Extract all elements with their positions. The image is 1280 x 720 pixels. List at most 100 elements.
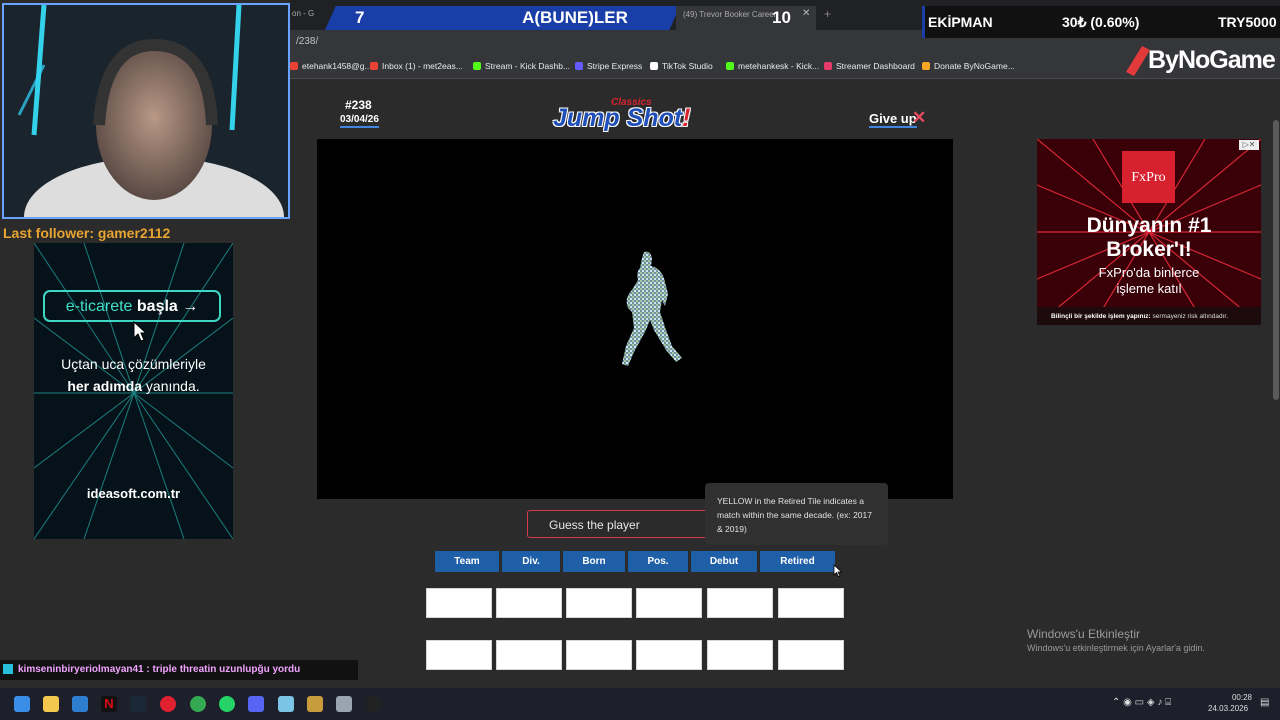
column-header-division: Div. [502, 551, 560, 572]
give-up-button[interactable]: Give up [869, 111, 917, 128]
arrow-right-icon: → [182, 298, 199, 315]
bookmark-favicon-icon [290, 62, 298, 70]
url-text[interactable]: /238/ [296, 36, 318, 47]
notification-icon[interactable]: ▤ [1260, 697, 1269, 708]
bookmark-item[interactable]: TikTok Studio [650, 61, 713, 71]
league-icon[interactable] [307, 696, 323, 712]
ad-banner-right[interactable]: FxPro Dünyanın #1 Broker'ı! FxPro'da bin… [1037, 139, 1261, 325]
score-right: 10 [772, 8, 791, 27]
windows-activation-subtitle: Windows'u etkinleştirmek için Ayarlar'a … [1027, 643, 1205, 653]
game-logo-bang: ! [682, 104, 691, 132]
bookmark-item[interactable]: Inbox (1) - met2eas... [370, 61, 463, 71]
guess-tile [496, 640, 562, 670]
ad-tagline-rest: yanında. [142, 378, 200, 394]
ad-cta-label[interactable]: e-ticarete başla → [43, 298, 221, 316]
guess-tile [636, 588, 702, 618]
equipment-label: EKİPMAN [928, 14, 993, 30]
bookmark-item[interactable]: Stream - Kick Dashb... [473, 61, 570, 71]
guess-tile [566, 640, 632, 670]
ad-cta-word2: başla [136, 298, 178, 315]
column-header-debut: Debut [691, 551, 757, 572]
guess-tile [636, 640, 702, 670]
clock-date[interactable]: 24.03.2026 [1208, 704, 1248, 713]
discord-icon[interactable] [248, 696, 264, 712]
game-logo[interactable]: Jump Shot! [553, 104, 691, 133]
guess-placeholder[interactable]: Guess the player [549, 518, 640, 532]
browser-tab-label[interactable]: (49) Trevor Booker Career [683, 10, 776, 19]
bookmark-label: Streamer Dashboard [836, 61, 915, 71]
fxpro-logo-text: FxPro [1131, 170, 1166, 185]
guess-tile [707, 640, 773, 670]
bookmark-label: TikTok Studio [662, 61, 713, 71]
opera-icon[interactable] [160, 696, 176, 712]
app-icon[interactable] [278, 696, 294, 712]
ad-close-icon[interactable]: ▷✕ [1239, 140, 1259, 150]
tray-icons[interactable]: ⌃ ◉ ▭ ◈ ♪ ⌸ [1112, 697, 1171, 708]
score-left: 7 [355, 8, 365, 27]
guess-tile [426, 640, 492, 670]
ad-tagline-1: Uçtan uca çözümleriyle [61, 356, 206, 372]
puzzle-date[interactable]: 03/04/26 [340, 114, 379, 128]
bookmark-item[interactable]: Streamer Dashboard [824, 61, 915, 71]
bookmark-favicon-icon [575, 62, 583, 70]
mouse-cursor-icon [833, 564, 843, 577]
store-icon[interactable] [72, 696, 88, 712]
ad-disclaimer-rest: sermayeniz risk altındadır. [1150, 313, 1229, 320]
scrollbar-thumb[interactable] [1273, 120, 1279, 400]
new-tab-icon[interactable]: + [824, 7, 831, 21]
bookmark-label: Donate ByNoGame... [934, 61, 1015, 71]
bookmark-label: Inbox (1) - met2eas... [382, 61, 463, 71]
hint-tooltip-text: YELLOW in the Retired Tile indicates a m… [717, 496, 872, 534]
sponsor-name: ByNoGame [1148, 46, 1276, 74]
obs-icon[interactable] [366, 696, 382, 712]
ad-domain[interactable]: ideasoft.com.tr [34, 486, 233, 501]
guess-tile [778, 588, 844, 618]
whatsapp-icon[interactable] [219, 696, 235, 712]
chrome-icon[interactable] [190, 696, 206, 712]
column-header-born: Born [563, 551, 625, 572]
guess-tile [707, 588, 773, 618]
bookmark-label: Stream - Kick Dashb... [485, 61, 571, 71]
ad-right-sub-1: FxPro'da binlerce [1098, 265, 1200, 280]
guess-tile [778, 640, 844, 670]
windows-activation-title: Windows'u Etkinleştir [1027, 627, 1140, 641]
bookmark-favicon-icon [370, 62, 378, 70]
equipment-goal: TRY5000 [1218, 14, 1277, 30]
bookmark-item[interactable]: etehank1458@g... [290, 61, 372, 71]
chat-message: kimseninbiryeriolmayan41 : triple threat… [18, 664, 301, 675]
settings-gear-icon[interactable] [336, 696, 352, 712]
close-icon[interactable]: ✕ [912, 108, 926, 128]
bookmark-item[interactable]: metehankesk - Kick... [726, 61, 819, 71]
bookmark-label: etehank1458@g... [302, 61, 372, 71]
team-name: A(BUNE)LER [522, 8, 628, 27]
mouse-cursor-icon [133, 321, 147, 342]
ad-tagline-bold: her adımda [67, 378, 143, 394]
windows-start-icon[interactable] [14, 696, 30, 712]
clock-time[interactable]: 00:28 [1228, 693, 1252, 702]
file-explorer-icon[interactable] [43, 696, 59, 712]
guess-tile [426, 588, 492, 618]
guess-tile [566, 588, 632, 618]
ad-right-disclaimer: Bilinçli bir şekilde işlem yapınız: serm… [1051, 313, 1228, 320]
column-header-team: Team [435, 551, 499, 572]
bookmark-item[interactable]: Donate ByNoGame... [922, 61, 1015, 71]
ad-tagline-2: her adımda yanında. [34, 378, 233, 394]
puzzle-number: #238 [345, 98, 372, 112]
bookmark-favicon-icon [922, 62, 930, 70]
equipment-progress: 30₺ (0.60%) [1062, 14, 1140, 30]
tab-title-fragment[interactable]: on - G [292, 9, 314, 18]
bookmark-item[interactable]: Stripe Express [575, 61, 642, 71]
close-tab-icon[interactable]: ✕ [802, 8, 810, 19]
ad-right-headline-2: Broker'ı! [1106, 238, 1192, 261]
chat-badge-icon [3, 664, 13, 674]
bookmark-favicon-icon [824, 62, 832, 70]
webcam-feed [2, 3, 290, 219]
player-silhouette-icon [622, 251, 682, 366]
ad-cta-word1: e-ticarete [65, 298, 133, 315]
bookmark-favicon-icon [473, 62, 481, 70]
ad-disclaimer-bold: Bilinçli bir şekilde işlem yapınız: [1051, 313, 1151, 320]
bookmark-label: Stripe Express [587, 61, 643, 71]
steam-icon[interactable] [130, 696, 146, 712]
bookmark-favicon-icon [726, 62, 734, 70]
netflix-icon[interactable]: N [101, 696, 117, 712]
